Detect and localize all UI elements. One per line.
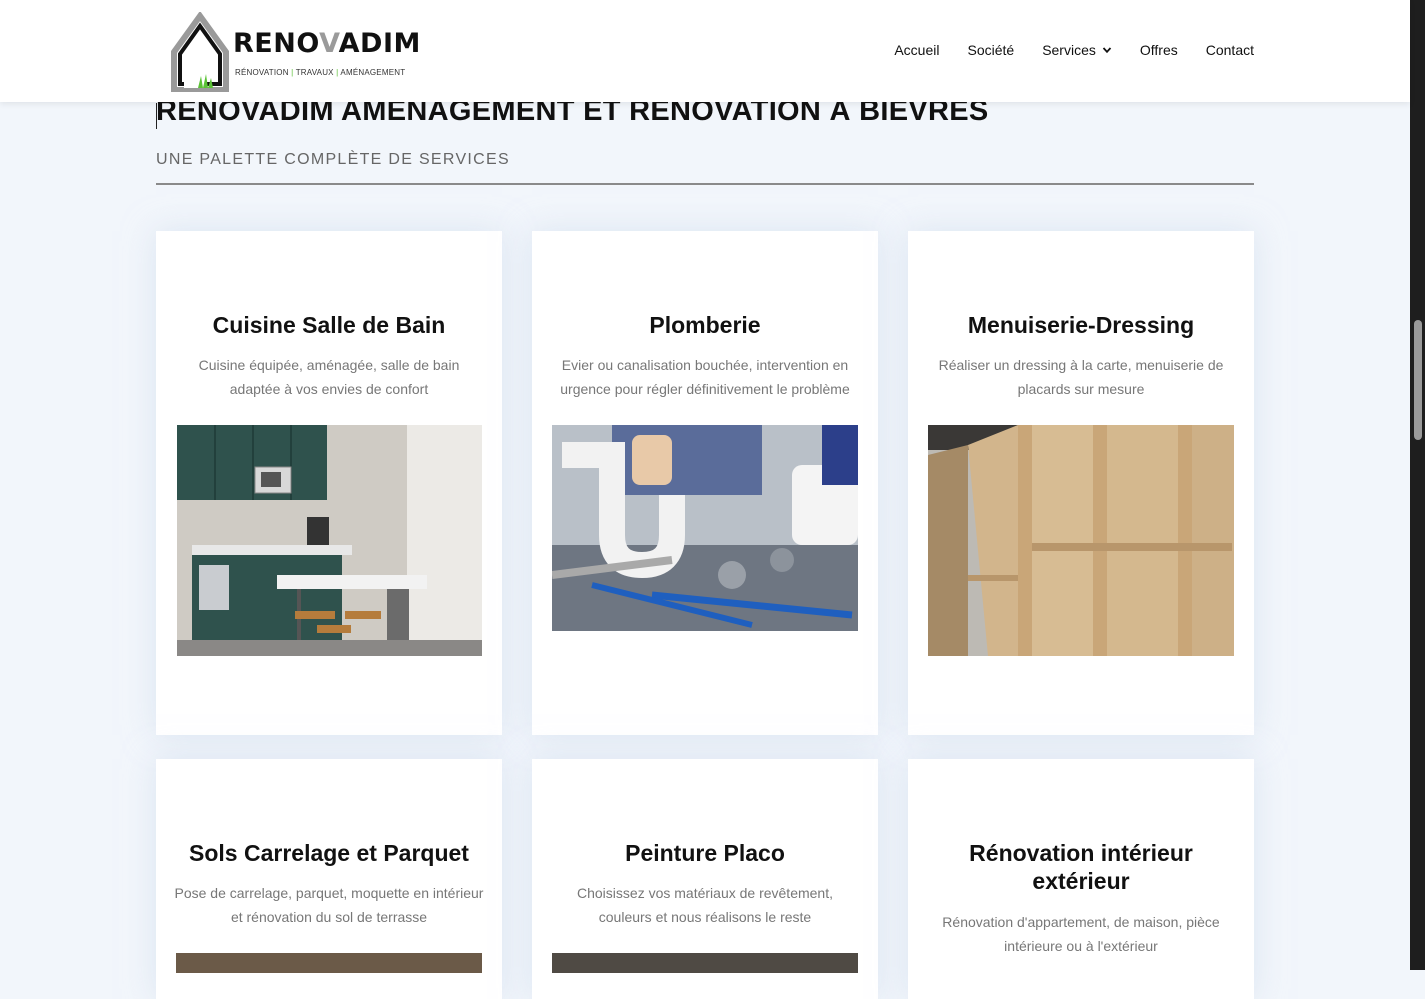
site-header: RENOVADIM RÉNOVATION | TRAVAUX | AMÉNAGE… [0,0,1410,102]
dressing-photo [928,425,1234,656]
card-title: Peinture Placo [625,840,785,866]
kitchen-photo [177,425,482,656]
nav-item-offres[interactable]: Offres [1140,42,1178,58]
card-description: Evier ou canalisation bouchée, intervent… [560,357,850,397]
card-title: Rénovation intérieur extérieur [969,840,1193,894]
text-cursor [156,103,157,129]
service-card-sols[interactable]: Sols Carrelage et Parquet Pose de carrel… [156,759,502,999]
card-description: Choisissez vos matériaux de revêtement, … [577,885,833,925]
card-title: Sols Carrelage et Parquet [189,840,469,866]
house-logo-icon [171,12,229,92]
service-card-peinture[interactable]: Peinture Placo Choisissez vos matériaux … [532,759,878,999]
nav-item-services[interactable]: Services [1042,42,1112,58]
chevron-down-icon [1102,47,1112,54]
plumbing-photo [552,425,858,631]
service-card-plomberie[interactable]: Plomberie Evier ou canalisation bouchée,… [532,231,878,735]
card-description: Rénovation d'appartement, de maison, piè… [942,914,1220,954]
card-title: Plomberie [649,312,761,338]
card-title: Menuiserie-Dressing [967,312,1195,338]
service-card-renovation[interactable]: Rénovation intérieur extérieur Rénovatio… [908,759,1254,999]
nav-item-societe[interactable]: Société [967,42,1014,58]
logo-wordmark: RENOVADIM [233,28,421,59]
painting-photo [552,953,858,973]
card-description: Cuisine équipée, aménagée, salle de bain… [198,357,460,397]
section-subtitle: UNE PALETTE COMPLÈTE DE SERVICES [156,151,510,168]
card-title: Cuisine Salle de Bain [212,312,446,338]
logo-tagline: RÉNOVATION | TRAVAUX | AMÉNAGEMENT [235,68,406,77]
nav-item-services-label: Services [1042,42,1096,58]
nav-item-contact[interactable]: Contact [1206,42,1254,58]
section-divider [156,183,1254,185]
flooring-photo [176,953,482,973]
page-scrollbar[interactable] [1410,0,1425,970]
main-nav: Accueil Société Services Offres Contact [866,42,1254,58]
card-description: Réaliser un dressing à la carte, menuise… [938,357,1224,397]
site-logo[interactable]: RENOVADIM RÉNOVATION | TRAVAUX | AMÉNAGE… [170,12,420,92]
service-card-cuisine[interactable]: Cuisine Salle de Bain Cuisine équipée, a… [156,231,502,735]
card-description: Pose de carrelage, parquet, moquette en … [174,885,484,925]
nav-item-accueil[interactable]: Accueil [894,42,939,58]
scrollbar-thumb[interactable] [1414,320,1422,440]
service-card-menuiserie[interactable]: Menuiserie-Dressing Réaliser un dressing… [908,231,1254,735]
